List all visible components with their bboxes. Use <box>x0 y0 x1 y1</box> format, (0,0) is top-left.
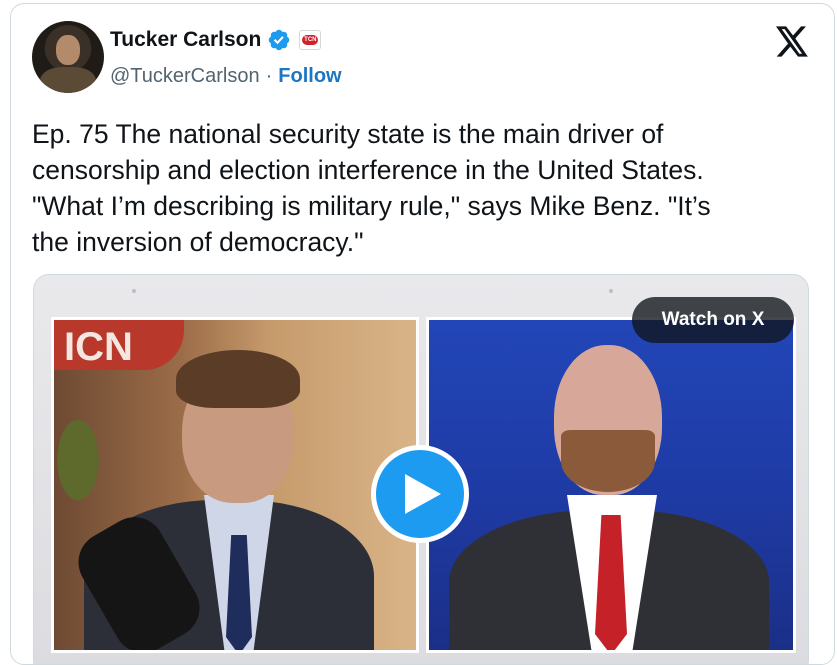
studio-sign: ICN <box>54 320 184 370</box>
author-handle[interactable]: @TuckerCarlson <box>110 65 260 88</box>
play-button[interactable] <box>371 445 469 543</box>
avatar-face <box>56 35 80 65</box>
screen-dot <box>609 289 613 293</box>
author-name[interactable]: Tucker Carlson <box>110 28 261 52</box>
host-hair <box>176 350 300 408</box>
watch-on-x-button[interactable]: Watch on X <box>632 297 794 343</box>
video-panel-host: ICN <box>51 317 419 653</box>
plant-decor <box>54 390 114 530</box>
author-name-row: Tucker Carlson TCN <box>110 28 322 52</box>
separator-dot: · <box>265 65 273 87</box>
affiliation-badge[interactable]: TCN <box>299 30 322 50</box>
follow-button[interactable]: Follow <box>278 65 341 88</box>
screen-dot <box>132 289 136 293</box>
tweet-text: Ep. 75 The national security state is th… <box>32 119 711 257</box>
avatar[interactable] <box>32 21 104 93</box>
play-icon <box>405 474 441 514</box>
affiliation-badge-text: TCN <box>302 35 319 45</box>
video-panel-guest <box>426 317 796 653</box>
guest-beard <box>561 430 655 492</box>
x-logo-icon[interactable] <box>776 26 809 57</box>
avatar-coat <box>40 67 96 93</box>
verified-badge-icon <box>269 29 290 51</box>
video-media[interactable]: ICN Watch on X <box>33 274 809 664</box>
author-handle-row: @TuckerCarlson · Follow <box>110 65 342 88</box>
tweet-card[interactable]: Tucker Carlson TCN @TuckerCarlson · Foll… <box>10 3 835 665</box>
